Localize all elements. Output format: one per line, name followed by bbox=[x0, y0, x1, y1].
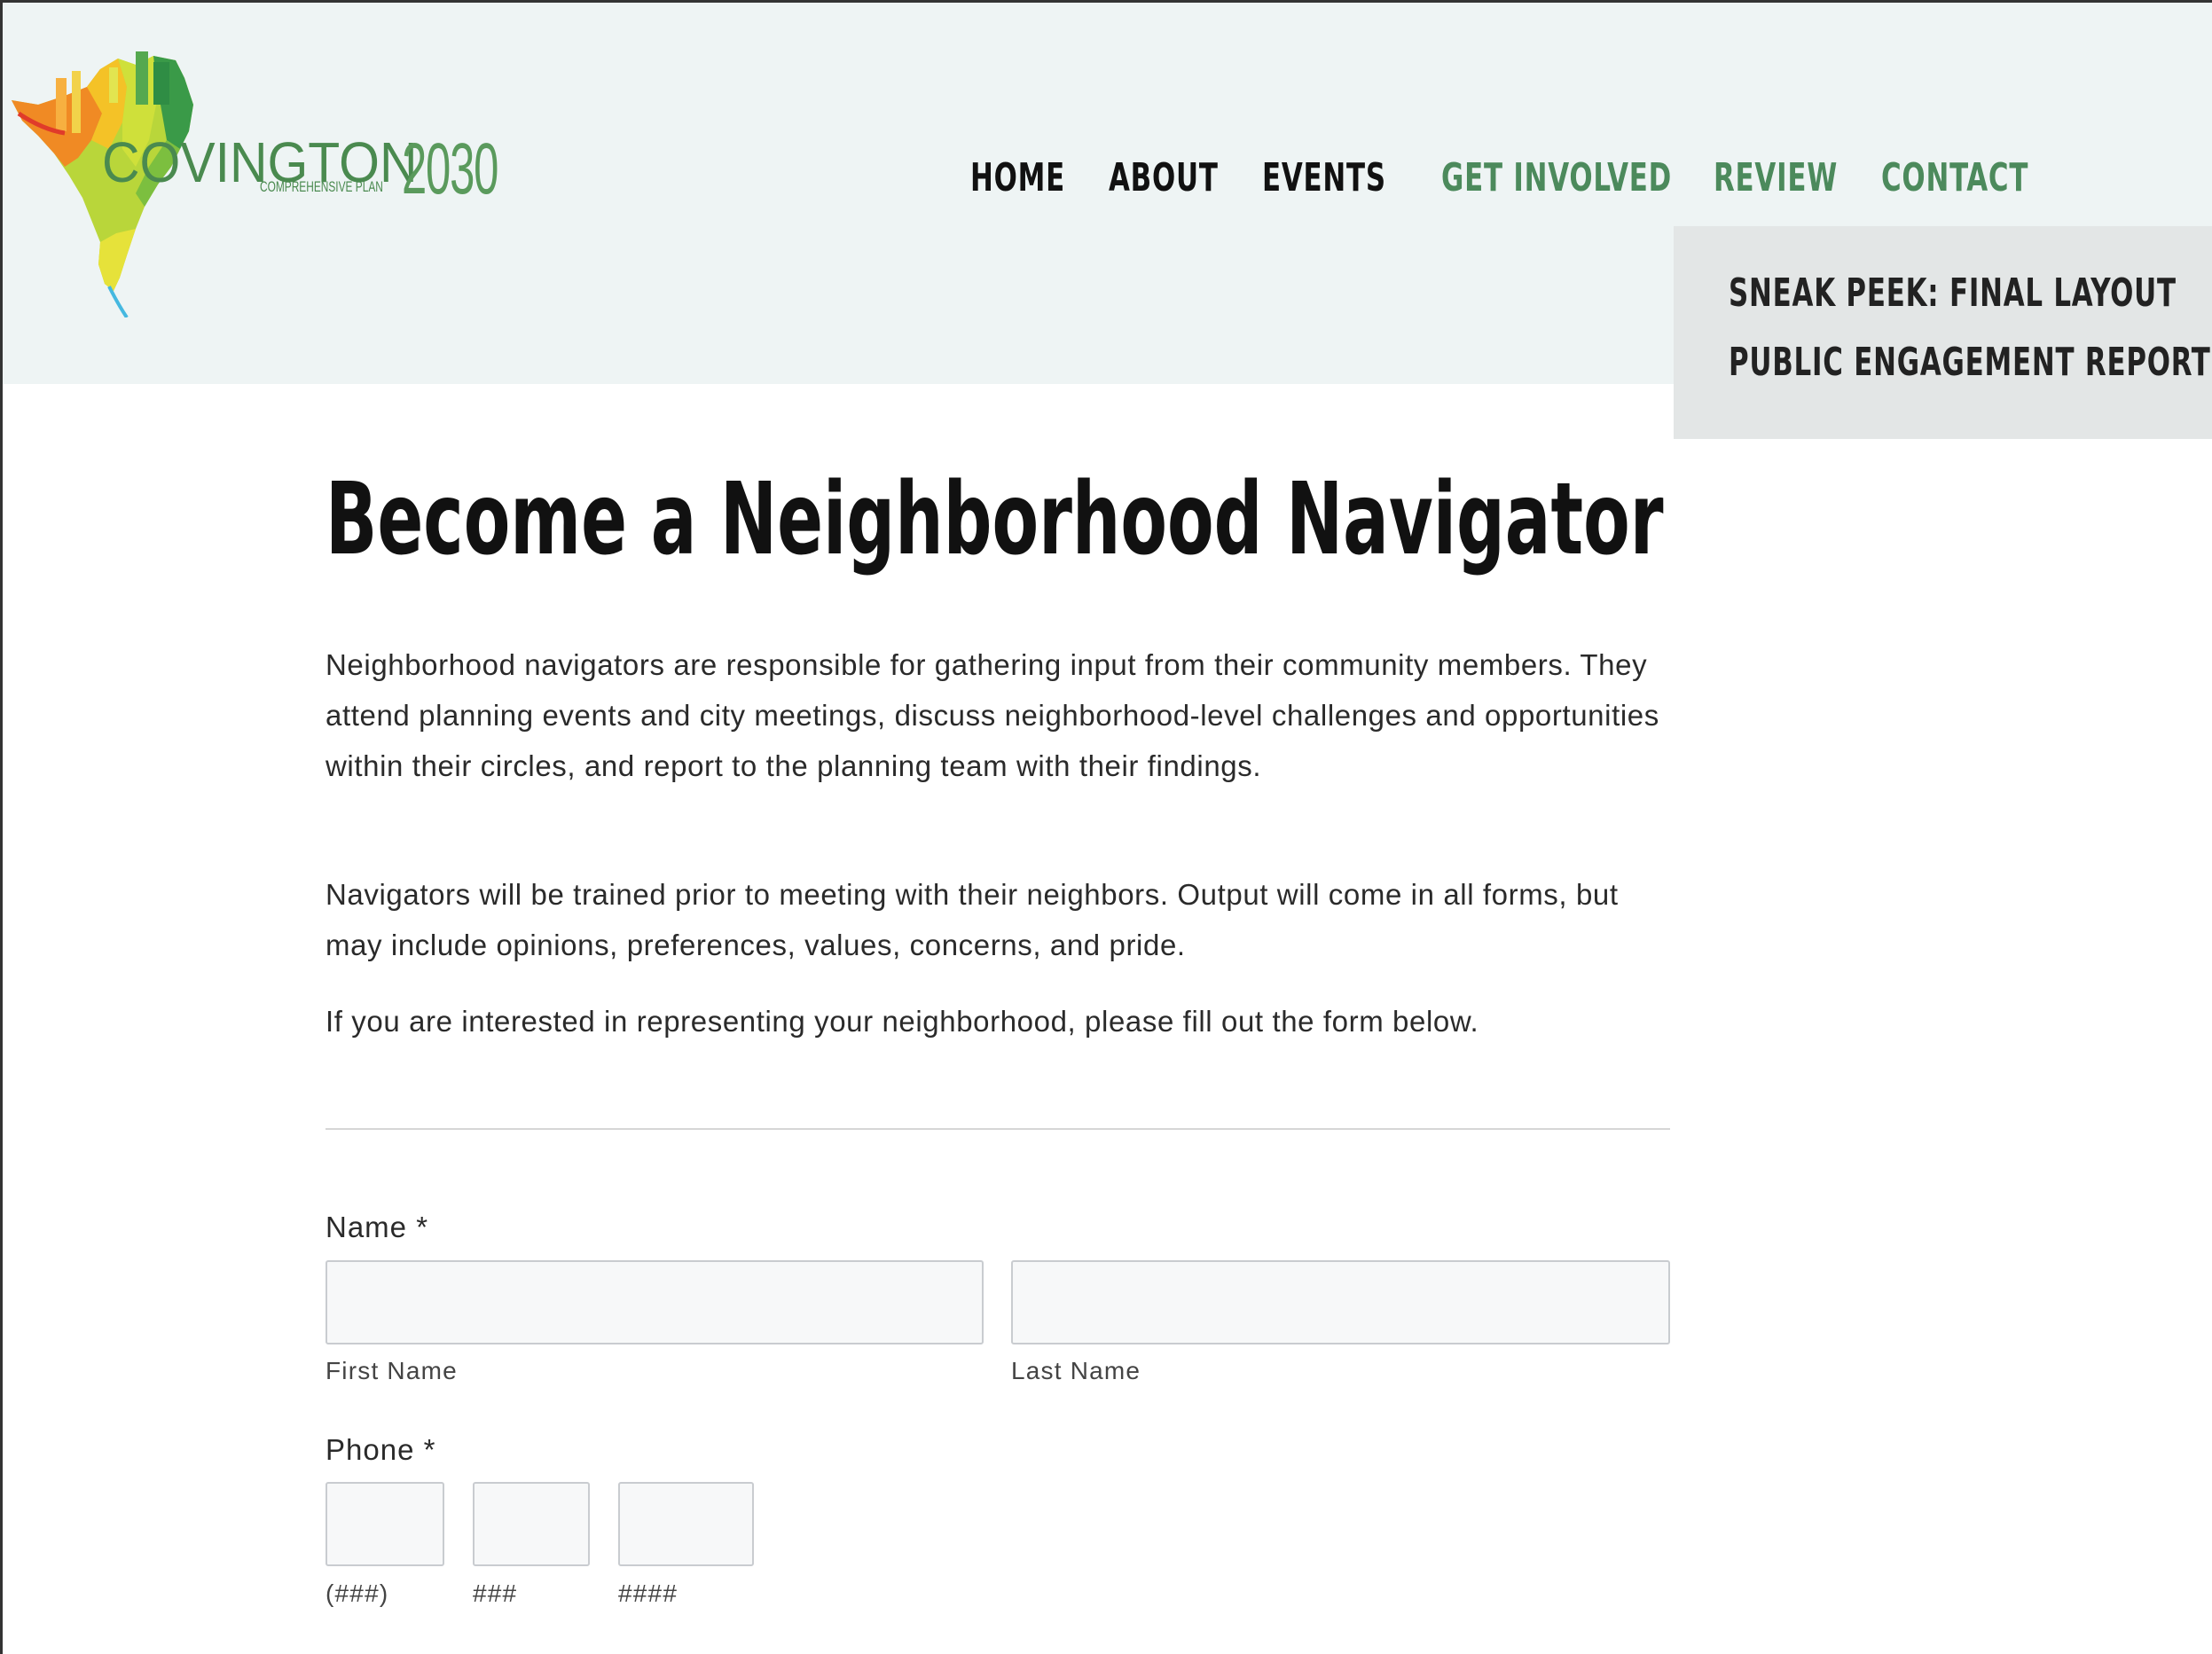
last-name-sublabel: Last Name bbox=[1011, 1357, 1141, 1384]
phone-line-input[interactable] bbox=[618, 1482, 754, 1566]
intro-paragraph-2: Navigators will be trained prior to meet… bbox=[326, 878, 1619, 961]
intro-paragraph-1: Neighborhood navigators are responsible … bbox=[326, 648, 1659, 782]
last-name-input[interactable] bbox=[1011, 1260, 1670, 1344]
intro-paragraph-3: If you are interested in representing yo… bbox=[326, 1005, 1479, 1038]
phone-area-code-sublabel: (###) bbox=[326, 1580, 389, 1607]
nav-item-review[interactable]: REVIEW bbox=[1714, 155, 1838, 200]
dropdown-item-sneak-peek[interactable]: SNEAK PEEK: FINAL LAYOUT bbox=[1729, 270, 2177, 316]
name-label: Name * bbox=[326, 1211, 429, 1243]
nav-item-contact[interactable]: CONTACT bbox=[1881, 155, 2028, 200]
nav-item-about[interactable]: ABOUT bbox=[1109, 155, 1219, 200]
section-divider bbox=[326, 1128, 1670, 1130]
dropdown-item-engagement-report[interactable]: PUBLIC ENGAGEMENT REPORT bbox=[1729, 340, 2211, 385]
nav-item-events[interactable]: EVENTS bbox=[1262, 155, 1386, 200]
review-dropdown-menu: SNEAK PEEK: FINAL LAYOUT PUBLIC ENGAGEME… bbox=[1674, 226, 2212, 439]
phone-prefix-input[interactable] bbox=[473, 1482, 590, 1566]
page-title: Become a Neighborhood Navigator bbox=[326, 462, 1664, 577]
phone-area-code-input[interactable] bbox=[326, 1482, 444, 1566]
nav-item-home[interactable]: HOME bbox=[970, 155, 1065, 200]
page-frame: COVINGTON 2030 COMPREHENSIVE PLAN HOME A… bbox=[0, 0, 2212, 1654]
main-nav: HOME ABOUT EVENTS GET INVOLVED REVIEW CO… bbox=[3, 155, 2212, 208]
phone-prefix-sublabel: ### bbox=[473, 1580, 518, 1607]
first-name-sublabel: First Name bbox=[326, 1357, 458, 1384]
first-name-input[interactable] bbox=[326, 1260, 984, 1344]
phone-line-sublabel: #### bbox=[618, 1580, 679, 1607]
phone-label: Phone * bbox=[326, 1433, 436, 1466]
nav-item-get-involved[interactable]: GET INVOLVED bbox=[1441, 155, 1672, 200]
site-header: COVINGTON 2030 COMPREHENSIVE PLAN HOME A… bbox=[3, 3, 2212, 439]
